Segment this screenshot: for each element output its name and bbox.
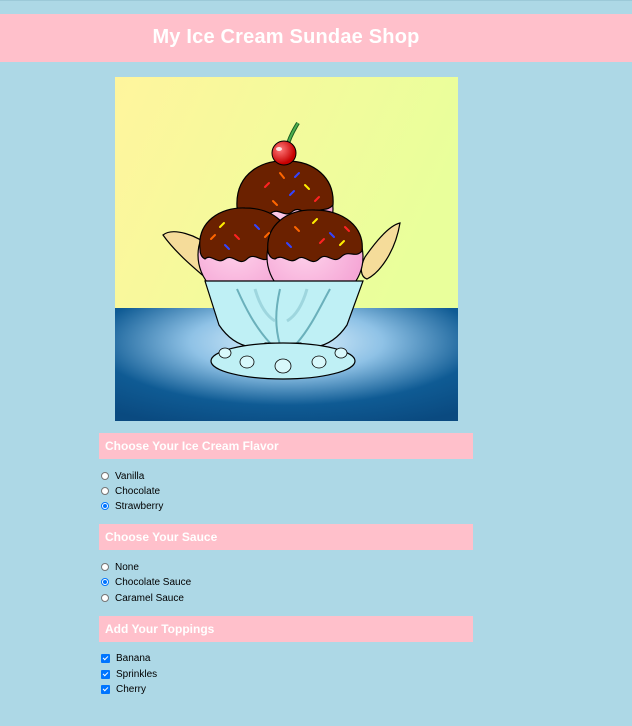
top-strip — [0, 0, 632, 15]
checkbox-checked[interactable] — [101, 684, 110, 694]
option-label: Chocolate Sauce — [115, 576, 192, 588]
sundae-image — [115, 77, 458, 421]
radio-button[interactable] — [101, 563, 109, 571]
option-label: Banana — [116, 652, 151, 664]
toppings-section-title: Add Your Toppings — [99, 616, 473, 642]
flavor-section-title: Choose Your Ice Cream Flavor — [99, 433, 473, 459]
page-header: My Ice Cream Sundae Shop — [0, 14, 632, 62]
radio-button[interactable] — [101, 594, 109, 602]
page-title: My Ice Cream Sundae Shop — [152, 26, 420, 48]
option-label: Chocolate — [115, 485, 161, 497]
flavor-option-vanilla[interactable]: Vanilla — [101, 469, 144, 483]
topping-option-cherry[interactable]: Cherry — [101, 682, 146, 696]
radio-button[interactable] — [101, 472, 109, 480]
option-label: Strawberry — [115, 500, 164, 512]
sauce-option-caramel[interactable]: Caramel Sauce — [101, 591, 184, 605]
sauce-option-none[interactable]: None — [101, 560, 139, 574]
sauce-section-title: Choose Your Sauce — [99, 524, 473, 550]
flavor-option-chocolate[interactable]: Chocolate — [101, 484, 160, 498]
sauce-option-chocolate[interactable]: Chocolate Sauce — [101, 575, 191, 589]
sundae-illustration — [115, 77, 458, 421]
option-label: Cherry — [116, 683, 147, 695]
checkbox-checked[interactable] — [101, 669, 110, 679]
topping-option-sprinkles[interactable]: Sprinkles — [101, 667, 157, 681]
option-label: Caramel Sauce — [115, 592, 184, 604]
topping-option-banana[interactable]: Banana — [101, 651, 150, 665]
radio-button-selected[interactable] — [101, 578, 109, 586]
flavor-option-strawberry[interactable]: Strawberry — [101, 499, 163, 513]
option-label: None — [115, 561, 139, 573]
option-label: Sprinkles — [116, 668, 158, 680]
checkbox-checked[interactable] — [101, 653, 110, 663]
option-label: Vanilla — [115, 470, 145, 482]
radio-button[interactable] — [101, 487, 109, 495]
radio-button-selected[interactable] — [101, 502, 109, 510]
